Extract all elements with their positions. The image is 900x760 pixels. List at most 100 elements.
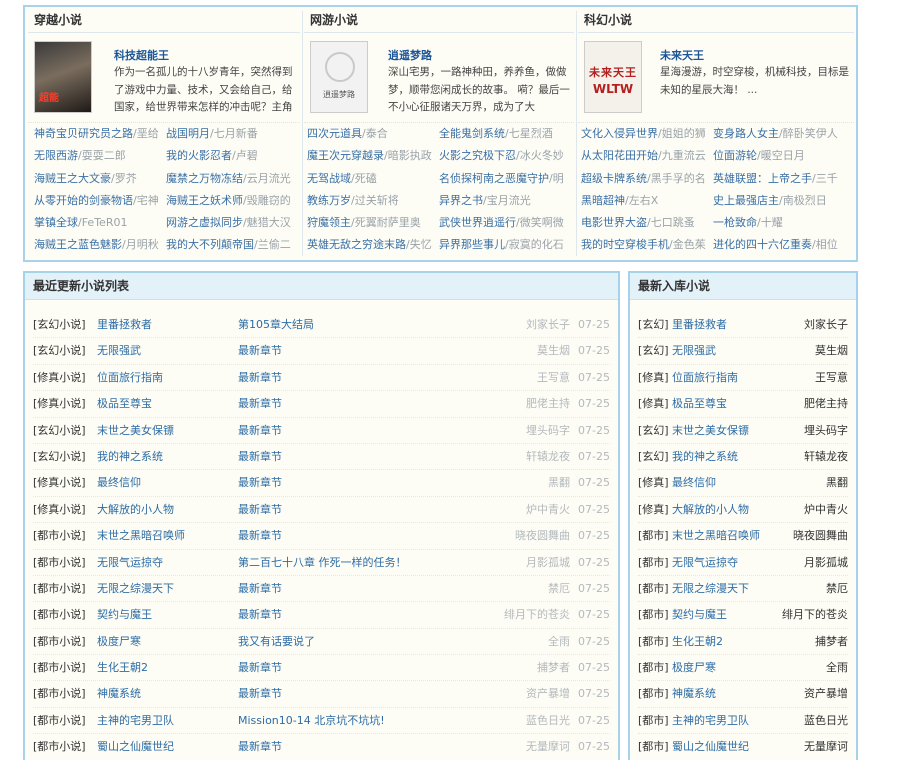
author-name: 全雨 (826, 661, 848, 675)
book-cover-image[interactable]: 逍遥梦路 (310, 41, 368, 113)
book-title-link[interactable]: 极度尸寒 (97, 629, 141, 655)
book-title-link[interactable]: 位面旅行指南 (97, 365, 163, 391)
column-divider (576, 11, 577, 256)
book-title-link[interactable]: 无限气运掠夺 (97, 550, 163, 576)
book-link-row: 电影世界大盗/七口跳蚤 一枪致命/十耀 (581, 212, 854, 234)
book-title-link[interactable]: 我的神之系统 (97, 444, 163, 470)
book-link[interactable]: 海贼王之大文豪/罗芥 (34, 168, 168, 190)
book-cover-image[interactable]: 未来天王 WLTW (584, 41, 642, 113)
book-title-link[interactable]: 最终信仰 (97, 470, 141, 496)
book-title-link[interactable]: 蜀山之仙魔世纪 (672, 734, 749, 760)
book-link[interactable]: 名侦探柯南之恶魔守护/明 (439, 168, 573, 190)
table-row: [都市] 契约与魔王 绯月下的苍炎 (638, 602, 848, 629)
book-link[interactable]: 教练万岁/过关斩将 (307, 190, 441, 212)
book-title-link[interactable]: 极度尸寒 (672, 655, 716, 681)
book-title-link[interactable]: 末世之黑暗召唤师 (672, 523, 760, 549)
book-link[interactable]: 海贼王之妖术师/毁雕窃的 (166, 190, 300, 212)
book-title-link[interactable]: 末世之美女保镖 (672, 418, 749, 444)
chapter-link[interactable]: 最新章节 (238, 655, 508, 681)
book-title-link[interactable]: 无限强武 (97, 338, 141, 364)
chapter-link[interactable]: 最新章节 (238, 470, 508, 496)
book-link[interactable]: 全能鬼剑系统/七星烈酒 (439, 123, 573, 145)
book-title-link[interactable]: 生化王朝2 (672, 629, 723, 655)
book-title-link[interactable]: 大解放的小人物 (672, 497, 749, 523)
book-link[interactable]: 异界之书/宝月流光 (439, 190, 573, 212)
book-link[interactable]: 进化的四十六亿重奏/相位 (713, 234, 847, 256)
book-link[interactable]: 我的大不列颠帝国/兰偷二 (166, 234, 300, 256)
book-link[interactable]: 神奇宝贝研究员之路/垩给 (34, 123, 168, 145)
featured-book-title[interactable]: 未来天王 (660, 47, 704, 63)
chapter-link[interactable]: 最新章节 (238, 497, 508, 523)
book-link[interactable]: 网游之虚拟同步/魅猎大汉 (166, 212, 300, 234)
book-title-link[interactable]: 大解放的小人物 (97, 497, 174, 523)
book-link[interactable]: 四次元道具/泰合 (307, 123, 441, 145)
book-link[interactable]: 我的火影忍者/卢碧 (166, 145, 300, 167)
book-link[interactable]: 武侠世界逍遥行/微笑啊微 (439, 212, 573, 234)
book-title-link[interactable]: 末世之美女保镖 (97, 418, 174, 444)
book-link[interactable]: 电影世界大盗/七口跳蚤 (581, 212, 715, 234)
book-link[interactable]: 无驾战域/死磕 (307, 168, 441, 190)
chapter-link[interactable]: 最新章节 (238, 602, 508, 628)
featured-book-title[interactable]: 逍遥梦路 (388, 47, 432, 63)
book-link[interactable]: 火影之究极下忍/冰火冬妙 (439, 145, 573, 167)
book-link[interactable]: 掌镇全球/FeTeR01 (34, 212, 168, 234)
book-title-link[interactable]: 位面旅行指南 (672, 365, 738, 391)
book-title-link[interactable]: 神魔系统 (672, 681, 716, 707)
book-link[interactable]: 魔王次元穿越录/暗影执政 (307, 145, 441, 167)
chapter-link[interactable]: 最新章节 (238, 444, 508, 470)
book-cover-image[interactable]: 超能 (34, 41, 92, 113)
book-title-link[interactable]: 无限强武 (672, 338, 716, 364)
chapter-link[interactable]: 第二百七十八章 作死一样的任务！ (238, 550, 508, 576)
chapter-link[interactable]: 最新章节 (238, 418, 508, 444)
book-link[interactable]: 超级卡牌系统/黑手孚的名 (581, 168, 715, 190)
chapter-link[interactable]: 最新章节 (238, 681, 508, 707)
book-link[interactable]: 无限西游/耍耍二郎 (34, 145, 168, 167)
category-label: [修真小说] (33, 476, 86, 490)
book-link[interactable]: 我的时空穿梭手机/金色茱 (581, 234, 715, 256)
book-link[interactable]: 一枪致命/十耀 (713, 212, 847, 234)
book-title-link[interactable]: 末世之黑暗召唤师 (97, 523, 185, 549)
book-link[interactable]: 战国明月/七月新番 (166, 123, 300, 145)
book-title-link[interactable]: 里番拯救者 (672, 312, 727, 338)
book-title-link[interactable]: 神魔系统 (97, 681, 141, 707)
category-label: [都市小说] (33, 713, 86, 727)
featured-book-title[interactable]: 科技超能王 (114, 47, 169, 63)
book-link[interactable]: 位面游轮/暖空日月 (713, 145, 847, 167)
book-title-link[interactable]: 蜀山之仙魔世纪 (97, 734, 174, 760)
chapter-link[interactable]: 我又有话要说了 (238, 629, 508, 655)
book-title-link[interactable]: 契约与魔王 (97, 602, 152, 628)
book-link[interactable]: 英雄无敌之穷途末路/失忆 (307, 234, 441, 256)
book-title-link[interactable]: 极品至尊宝 (672, 391, 727, 417)
book-link[interactable]: 海贼王之蓝色魅影/月明秋 (34, 234, 168, 256)
book-title-link[interactable]: 主神的宅男卫队 (97, 708, 174, 734)
book-title-link[interactable]: 里番拯救者 (97, 312, 152, 338)
book-link[interactable]: 黑暗超神/左右X (581, 190, 715, 212)
book-title-link[interactable]: 极品至尊宝 (97, 391, 152, 417)
book-title-link[interactable]: 我的神之系统 (672, 444, 738, 470)
chapter-link[interactable]: 最新章节 (238, 523, 508, 549)
chapter-link[interactable]: 最新章节 (238, 338, 508, 364)
book-link-row: 无驾战域/死磕 名侦探柯南之恶魔守护/明 (307, 168, 574, 190)
chapter-link[interactable]: 最新章节 (238, 391, 508, 417)
book-title-link[interactable]: 契约与魔王 (672, 602, 727, 628)
chapter-link[interactable]: 最新章节 (238, 365, 508, 391)
chapter-link[interactable]: 第105章大结局 (238, 312, 508, 338)
chapter-link[interactable]: 最新章节 (238, 576, 508, 602)
book-title-link[interactable]: 最终信仰 (672, 470, 716, 496)
book-link[interactable]: 文化入侵异世界/姐姐的狮 (581, 123, 715, 145)
book-link[interactable]: 从太阳花田开始/九重流云 (581, 145, 715, 167)
book-title-link[interactable]: 无限气运掠夺 (672, 550, 738, 576)
book-link[interactable]: 变身路人女主/醉卧笑伊人 (713, 123, 847, 145)
book-link[interactable]: 狩魔领主/死翼耐萨里奥 (307, 212, 441, 234)
chapter-link[interactable]: Mission10-14 北京坑不坑坑! (238, 708, 508, 734)
book-link[interactable]: 史上最强店主/南极烈日 (713, 190, 847, 212)
book-title-link[interactable]: 无限之综漫天下 (672, 576, 749, 602)
book-title-link[interactable]: 无限之综漫天下 (97, 576, 174, 602)
book-title-link[interactable]: 主神的宅男卫队 (672, 708, 749, 734)
book-link[interactable]: 英雄联盟：上帝之手/三千 (713, 168, 847, 190)
book-link[interactable]: 魔禁之万物冻结/云月流光 (166, 168, 300, 190)
book-link[interactable]: 异界那些事儿/寂寞的化石 (439, 234, 573, 256)
book-title-link[interactable]: 生化王朝2 (97, 655, 148, 681)
book-link[interactable]: 从零开始的剑豪物语/宅神 (34, 190, 168, 212)
chapter-link[interactable]: 最新章节 (238, 734, 508, 760)
